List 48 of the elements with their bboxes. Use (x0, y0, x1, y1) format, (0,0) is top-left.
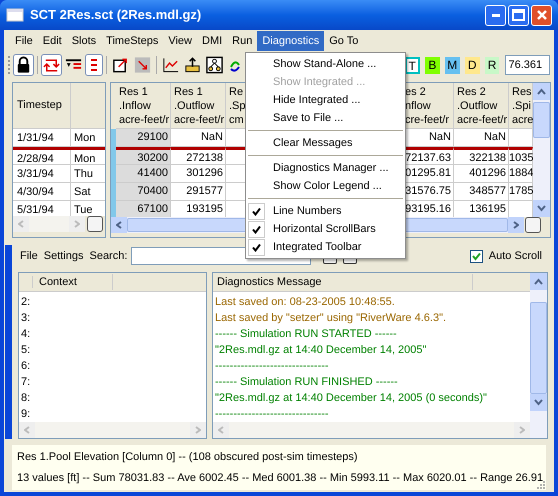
diagnostic-message: "2Res.mdl.gz at 14:40 December 14, 2005" (215, 343, 428, 358)
table-cell: 401296 (454, 165, 509, 183)
table-cell: 301296 (171, 165, 226, 183)
status-text: 13 values [ft] -- Sum 78031.83 -- Ave 6002.45 -- Med 6001.38 -- Min 5993.11 -- Max 6020.01 -- Range 26.91 (17, 470, 544, 486)
diagnostic-message: ------ Simulation RUN FINISHED ------ (215, 375, 399, 390)
table-cell-text: Sat (73, 185, 92, 200)
table-cell: 1884 (509, 165, 533, 183)
line-number: 7: (21, 375, 32, 390)
table-cell-text: Tue (73, 203, 94, 216)
diagnostic-message: "2Res.mdl.gz at 14:40 December 14, 2005 (0 seconds)" (215, 391, 488, 406)
table-cell: NaN (171, 129, 226, 147)
line-number: 2: (21, 295, 32, 310)
table-cell: 30200 (116, 147, 171, 165)
table-cell: 41400 (116, 165, 171, 183)
table-cell: 3/31/94 (13, 165, 71, 182)
status-text: Res 1.Pool Elevation [Column 0] -- (108 obscured post-sim timesteps) (17, 450, 358, 465)
line-number: 5: (21, 343, 32, 358)
table-cell: 29100 (116, 129, 171, 147)
line-number: 8: (21, 391, 32, 406)
table-cell-text: Mon (73, 152, 96, 164)
diagnostic-message: Last saved by "setzer" using "RiverWare 4.6.3". (215, 311, 448, 326)
line-number: 3: (21, 311, 32, 326)
table-cell: 193195 (171, 201, 226, 217)
table-cell: 1785 (509, 183, 533, 201)
diagnostic-message: Last saved on: 08-23-2005 10:48:55. (215, 295, 396, 310)
table-cell: 272138 (171, 147, 226, 165)
table-cell-text: Thu (73, 167, 94, 182)
checkbox-label: Auto Scroll (488, 248, 542, 264)
diagnostic-message: ------------------------------- (215, 407, 330, 422)
table-cell: 70400 (116, 183, 171, 201)
diagnostic-message: ------------------------------- (215, 359, 330, 374)
table-cell: 348577 (454, 183, 509, 201)
table-cell: 4/30/94 (13, 183, 71, 200)
table-cell: 1/31/94 (13, 129, 71, 146)
table-cell: 291577 (171, 183, 226, 201)
line-number: 9: (21, 407, 32, 422)
table-cell: 67100 (116, 201, 171, 217)
window-title: SCT 2Res.sct (2Res.mdl.gz) (30, 6, 202, 24)
table-cell: 1035 (509, 147, 533, 165)
search-label: Search: (89, 248, 128, 264)
table-cell: 136195 (454, 201, 509, 217)
table-cell: 322138 (454, 147, 509, 165)
table-cell: NaN (454, 129, 509, 147)
line-number: 4: (21, 327, 32, 342)
diagnostic-message: ------ Simulation RUN STARTED ------ (215, 327, 398, 342)
table-cell-text: Mon (73, 131, 96, 146)
table-cell: 2/28/94 (13, 150, 71, 164)
line-number: 6: (21, 359, 32, 374)
